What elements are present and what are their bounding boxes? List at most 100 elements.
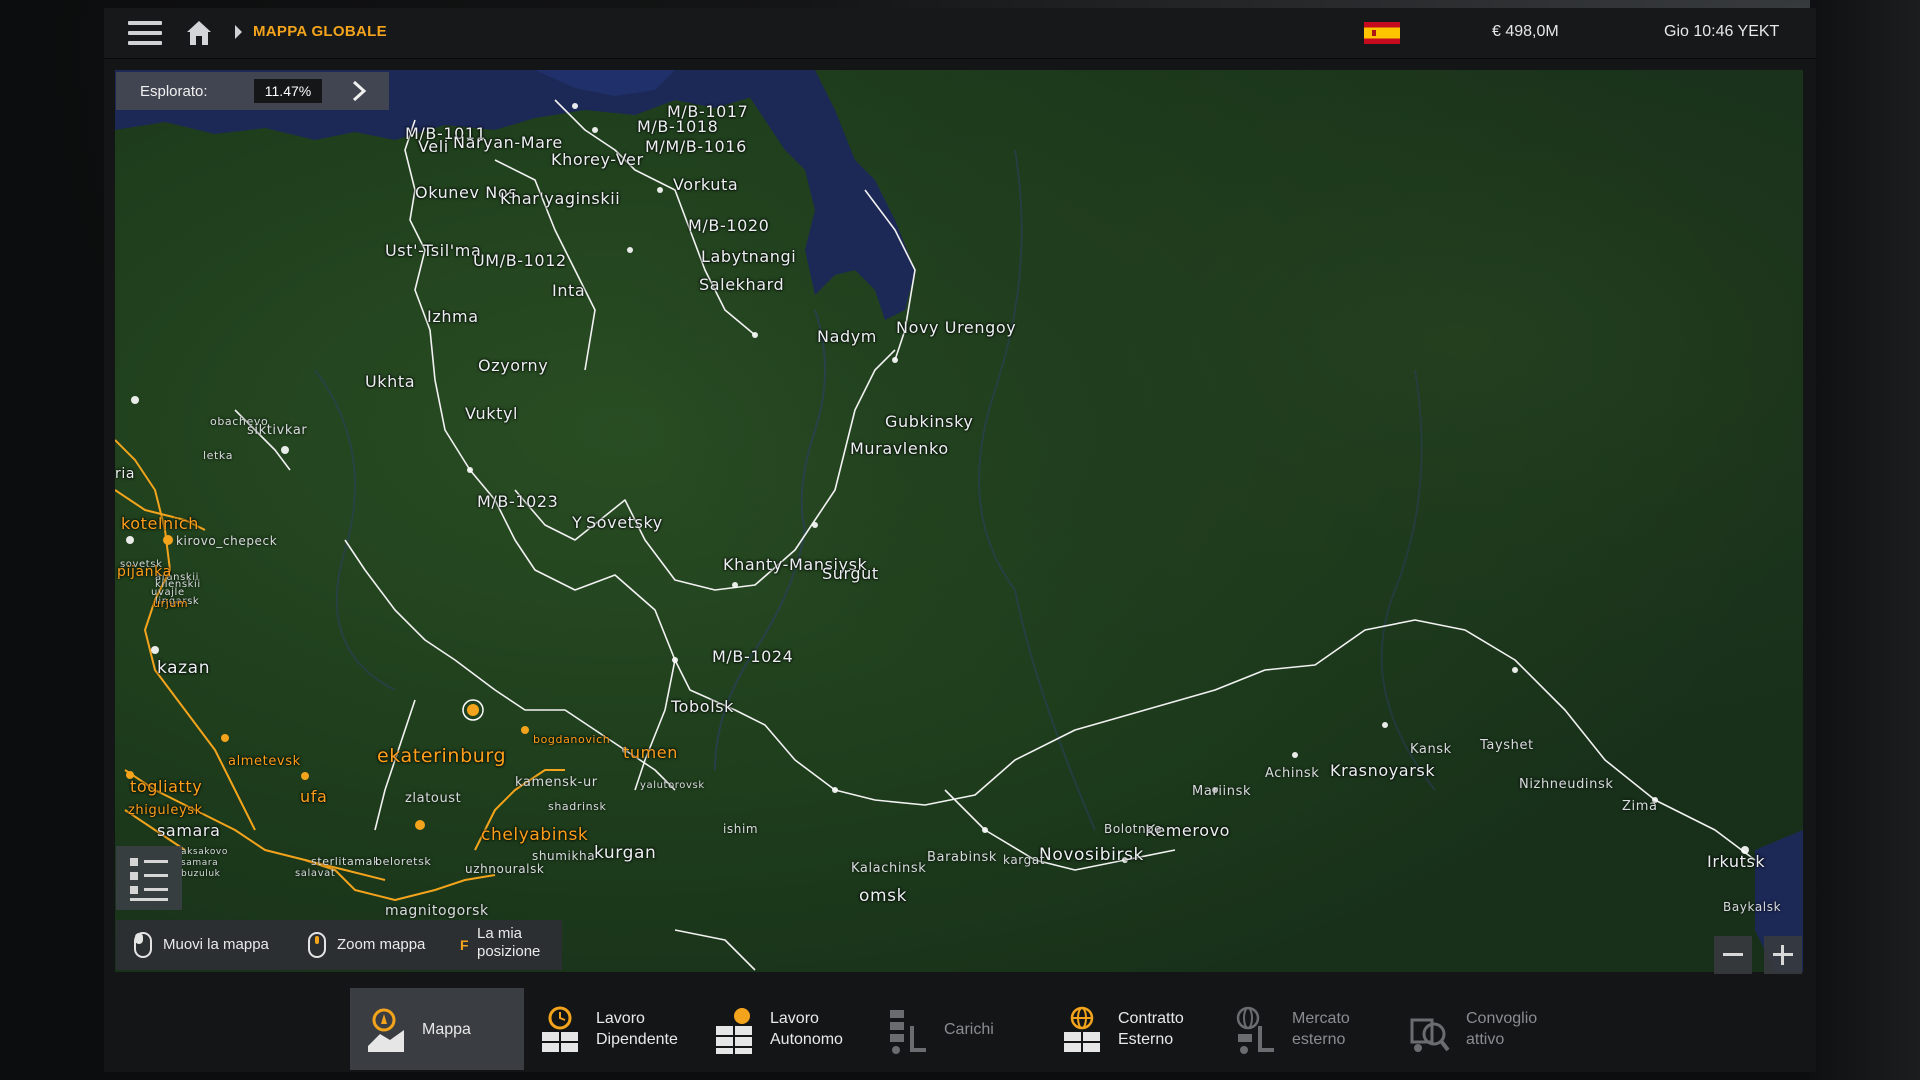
city-label: Sovetsky <box>586 513 663 532</box>
city-label: tumen <box>623 743 678 762</box>
city-label: Baykalsk <box>1723 900 1782 914</box>
nav-label: Mappa <box>422 1021 471 1038</box>
mouse-wheel-icon <box>308 932 326 958</box>
hint-move-map: Muovi la mappa <box>163 936 269 953</box>
city-label: shumikha <box>532 849 596 863</box>
city-label: Kalachinsk <box>851 861 927 876</box>
city-label: Tayshet <box>1480 738 1534 753</box>
city-label: kurgan <box>594 843 657 863</box>
city-label: M/B-1018 <box>637 117 719 136</box>
explored-label: Esplorato: <box>140 83 208 100</box>
city-label: siktivkar <box>247 423 308 438</box>
city-label: Kansk <box>1410 742 1452 757</box>
city-label: Mariinsk <box>1192 784 1252 799</box>
city-label: Muravlenko <box>850 439 949 458</box>
city-label: M/B-1023 <box>477 492 559 511</box>
convoy-search-icon <box>1410 1018 1450 1052</box>
city-label: Izhma <box>427 307 479 326</box>
hamburger-icon[interactable] <box>128 21 162 45</box>
city-label: kotelnich <box>121 514 199 533</box>
city-label: uzhnouralsk <box>465 862 545 876</box>
nav-label: Lavoro Autonomo <box>770 1010 843 1048</box>
city-label: buzuluk <box>181 869 221 879</box>
city-label: urjum <box>153 597 189 610</box>
nav-item-employee-job[interactable]: Lavoro Dipendente <box>524 988 698 1070</box>
city-label: shadrinsk <box>548 800 607 813</box>
city-label: Novosibirsk <box>1039 845 1144 865</box>
hint-key-f: F <box>460 937 469 953</box>
nav-item-freelance-job[interactable]: Lavoro Autonomo <box>698 988 872 1070</box>
city-label: Y <box>572 513 583 532</box>
city-label: zlatoust <box>405 791 462 806</box>
city-label: Khar'yaginskii <box>500 189 621 208</box>
nav-item-external-contract[interactable]: Contratto Esterno <box>1046 988 1220 1070</box>
map-terrain <box>115 70 1803 972</box>
city-label: Nizhneudinsk <box>1519 777 1614 792</box>
nav-item-external-market[interactable]: Mercato esterno <box>1220 988 1394 1070</box>
city-label: Barabinsk <box>927 850 998 865</box>
city-label: samara <box>181 858 219 868</box>
city-label: yalutorovsk <box>640 780 705 791</box>
city-label: Irkutsk <box>1707 852 1766 871</box>
hint-zoom-map: Zoom mappa <box>337 936 426 953</box>
city-label: samara <box>157 821 221 840</box>
city-label: salavat <box>295 868 336 879</box>
city-label: magnitogorsk <box>385 903 489 919</box>
globe-forklift-icon <box>1236 1006 1274 1054</box>
home-icon[interactable] <box>184 18 214 48</box>
minus-icon <box>1723 953 1743 956</box>
map-pin-icon <box>368 1008 404 1052</box>
nav-item-cargo[interactable]: Carichi <box>872 988 1046 1070</box>
city-label: M/M/B-1016 <box>645 137 747 156</box>
city-label: Khorey-Ver <box>551 150 644 169</box>
city-label: almetevsk <box>228 754 301 769</box>
city-label: bogdanovich <box>533 733 611 746</box>
city-label: aksakovo <box>181 847 228 857</box>
city-label: M/B-1024 <box>712 647 794 666</box>
city-label: ria <box>115 466 136 482</box>
city-label: Ozyorny <box>478 356 549 375</box>
nav-item-map[interactable]: Mappa <box>350 988 524 1070</box>
city-label: Vuktyl <box>465 404 519 423</box>
city-label: Labytnangi <box>701 247 797 266</box>
legend-button[interactable] <box>116 846 182 910</box>
bottom-nav: Mappa LavoroDipendente LavoroAutonomo <box>104 984 1816 1072</box>
breadcrumb[interactable]: MAPPA GLOBALE <box>253 23 387 40</box>
city-label: Inta <box>552 281 586 300</box>
city-label: Krasnoyarsk <box>1330 761 1436 780</box>
game-clock: Gio 10:46 YEKT <box>1664 23 1780 40</box>
nav-label: Carichi <box>944 1021 994 1038</box>
city-label: Zima <box>1622 799 1658 814</box>
background-right-panel <box>1810 0 1920 1080</box>
zoom-in-button[interactable] <box>1764 936 1802 974</box>
hint-my-position: La mia posizione <box>477 925 541 960</box>
nav-item-active-convoy[interactable]: Convoglio attivo <box>1394 988 1584 1070</box>
nav-label: Convoglio attivo <box>1466 1010 1538 1048</box>
cargo-orange-icon <box>716 1008 752 1054</box>
nav-label: Mercato esterno <box>1292 1010 1350 1048</box>
city-label: kargat <box>1003 853 1046 867</box>
city-label: kamensk-ur <box>515 775 598 790</box>
chevron-right-icon[interactable] <box>348 80 370 102</box>
city-label: beloretsk <box>375 855 432 868</box>
breadcrumb-arrow-icon <box>235 25 242 39</box>
spain-flag-icon <box>1364 22 1400 44</box>
city-label: kazan <box>157 658 211 678</box>
city-label: Gubkinsky <box>885 412 974 431</box>
world-map[interactable]: M/B-1017 M/B-1018 M/M/B-1016 M/B-1011 Ve… <box>115 70 1803 972</box>
city-label: Veli <box>418 137 449 156</box>
zoom-out-button[interactable] <box>1714 936 1752 974</box>
city-label: togliatty <box>130 777 203 796</box>
city-label: pijanka <box>117 564 172 580</box>
legend-list-icon <box>130 858 168 901</box>
mouse-icon <box>134 932 152 958</box>
explored-panel: Esplorato: 11.47% <box>116 72 389 110</box>
forklift-icon <box>890 1010 926 1054</box>
city-label: omsk <box>859 886 908 906</box>
city-label: M/B-1020 <box>688 216 770 235</box>
city-label: chelyabinsk <box>481 825 589 845</box>
clock-cargo-icon <box>542 1006 578 1052</box>
city-label: ishim <box>723 822 759 836</box>
city-label: Bolotnoe <box>1104 822 1163 836</box>
city-label: kirovo_chepeck <box>176 534 278 548</box>
